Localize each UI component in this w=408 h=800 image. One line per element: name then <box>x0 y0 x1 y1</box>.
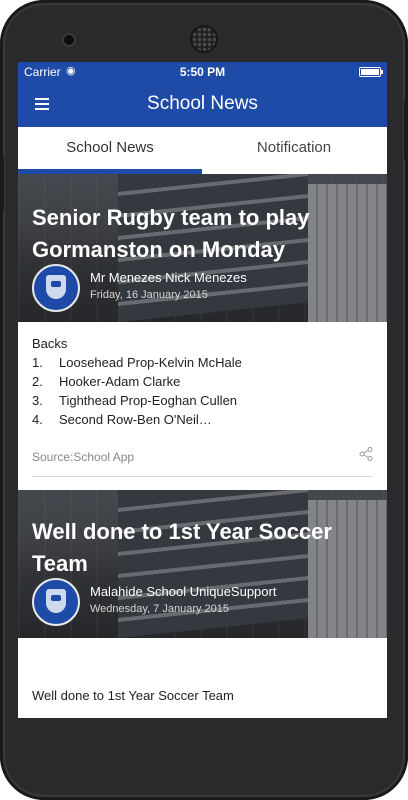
list-item: 4. Second Row-Ben O'Neil… <box>32 412 212 427</box>
tab-notification[interactable]: Notification <box>202 127 386 174</box>
news-cover-image: Well done to 1st Year Soccer Team Malahi… <box>18 490 387 638</box>
app-bar: School News <box>18 82 387 127</box>
status-time: 5:50 PM <box>179 65 226 79</box>
news-body-intro: Well done to 1st Year Soccer Team <box>32 688 234 703</box>
share-icon[interactable] <box>359 447 373 461</box>
news-footer: Source:School App <box>32 447 373 466</box>
tab-bar: School News Notification <box>18 127 387 174</box>
status-bar: Carrier ◉ 5:50 PM <box>18 62 387 82</box>
author-avatar <box>32 264 80 312</box>
app-title: School News <box>147 93 258 114</box>
school-crest-icon <box>46 589 66 613</box>
news-headline: Well done to 1st Year Soccer Team <box>32 519 332 576</box>
news-date: Wednesday, 7 January 2015 <box>90 603 230 615</box>
phone-frame: Carrier ◉ 5:50 PM School News School New… <box>0 0 408 800</box>
author-avatar <box>32 578 80 626</box>
news-source: Source:School App <box>32 450 135 464</box>
list-item: 1. Loosehead Prop-Kelvin McHale <box>32 355 242 370</box>
tab-school-news[interactable]: School News <box>18 127 202 174</box>
battery-icon <box>359 67 383 77</box>
news-headline: Senior Rugby team to play Gormanston on … <box>32 205 310 262</box>
front-camera <box>64 35 74 45</box>
power-button <box>404 100 408 160</box>
author-name: Malahide School UniqueSupport <box>90 584 277 599</box>
news-cover-image: Senior Rugby team to play Gormanston on … <box>18 174 387 322</box>
news-body: Backs 1. Loosehead Prop-Kelvin McHale 2. H… <box>32 334 242 429</box>
news-body-intro: Backs <box>32 336 68 351</box>
author-name: Mr Menezes Nick Menezes <box>90 270 247 285</box>
list-item: 2. Hooker-Adam Clarke <box>32 374 181 389</box>
volume-button <box>0 155 4 211</box>
earpiece-speaker <box>192 27 216 51</box>
list-item: 3. Tighthead Prop-Eoghan Cullen <box>32 393 238 408</box>
news-date: Friday, 16 January 2015 <box>90 289 208 301</box>
news-body: Well done to 1st Year Soccer Team <box>32 686 234 705</box>
news-card[interactable]: Senior Rugby team to play Gormanston on … <box>18 174 387 490</box>
school-crest-icon <box>46 275 66 299</box>
app-screen: Carrier ◉ 5:50 PM School News School New… <box>18 62 387 718</box>
news-card[interactable]: Well done to 1st Year Soccer Team Malahi… <box>18 490 387 718</box>
card-divider <box>32 476 373 477</box>
